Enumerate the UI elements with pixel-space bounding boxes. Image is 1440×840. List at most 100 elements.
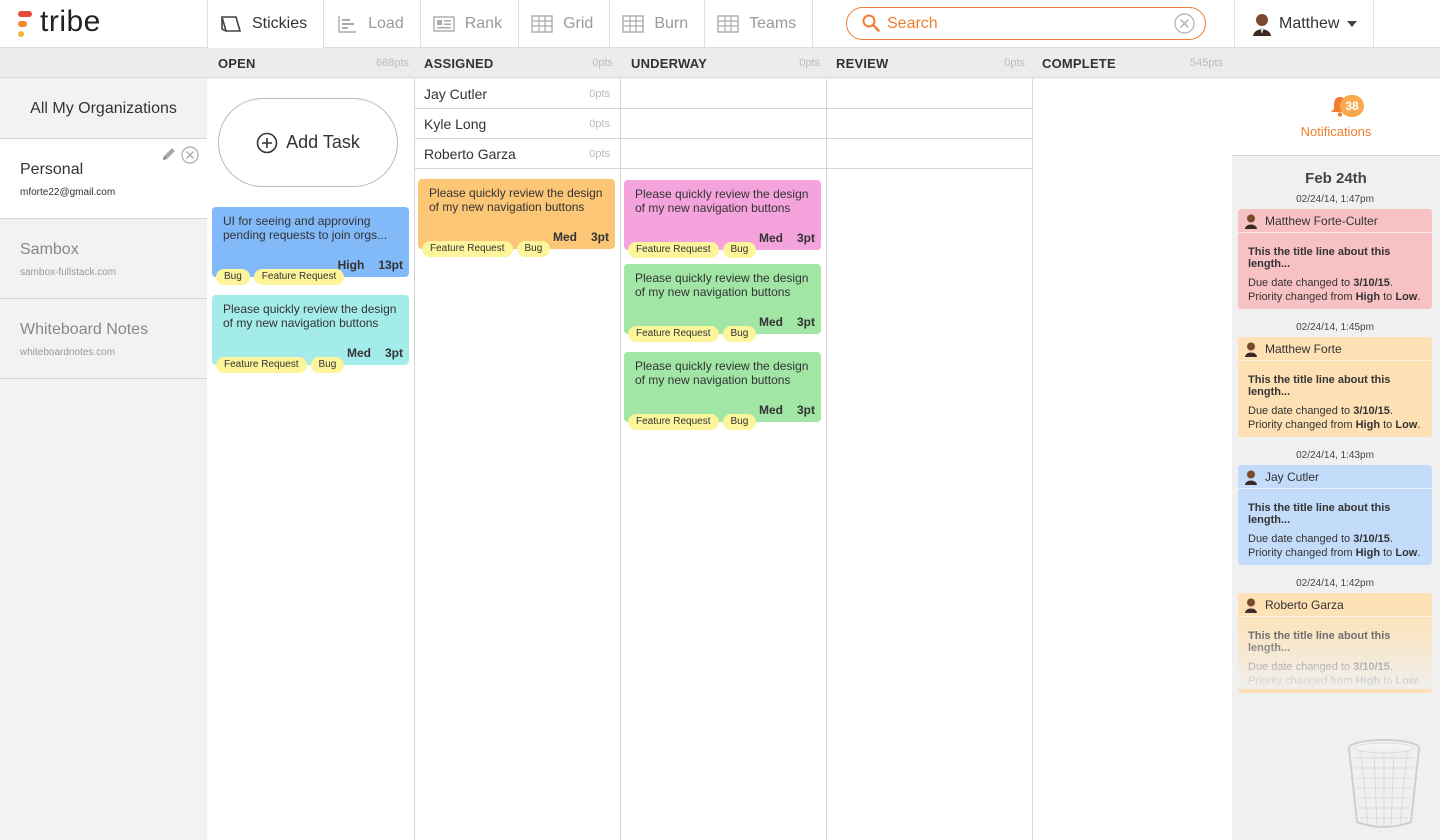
- tag-bug[interactable]: Bug: [722, 414, 757, 430]
- notification-user-name: Jay Cutler: [1265, 469, 1320, 484]
- all-organizations-link[interactable]: All My Organizations: [0, 79, 207, 139]
- notification-title: This the title line about this length...: [1248, 502, 1391, 526]
- tag-bug[interactable]: Bug: [722, 326, 757, 342]
- tab-load[interactable]: Load: [323, 0, 420, 48]
- task-tags: Feature Request Bug: [422, 241, 551, 257]
- tag-bug[interactable]: Bug: [722, 242, 757, 258]
- notifications-panel: 38 Notifications Feb 24th 02/24/14, 1:47…: [1232, 79, 1440, 840]
- task-title: Please quickly review the design of my n…: [635, 359, 809, 387]
- task-tags: Feature Request Bug: [628, 326, 757, 342]
- column-header-underway: UNDERWAY 0pts: [620, 48, 825, 78]
- task-card[interactable]: Please quickly review the design of my n…: [212, 295, 409, 373]
- notification-item: 02/24/14, 1:45pm Matthew Forte This the …: [1238, 321, 1432, 437]
- task-card[interactable]: Please quickly review the design of my n…: [624, 180, 821, 258]
- notification-card[interactable]: Jay Cutler This the title line about thi…: [1238, 465, 1432, 565]
- notification-item: 02/24/14, 1:43pm Jay Cutler This the tit…: [1238, 449, 1432, 565]
- column-open: Add Task UI for seeing and approving pen…: [207, 79, 414, 840]
- notification-item: 02/24/14, 1:42pm Roberto Garza This the …: [1238, 577, 1432, 693]
- org-email: whiteboardnotes.com: [20, 347, 116, 358]
- notification-card[interactable]: Matthew Forte-Culter This the title line…: [1238, 209, 1432, 309]
- tab-burn[interactable]: Burn: [609, 0, 704, 48]
- tag-bug[interactable]: Bug: [516, 241, 551, 257]
- column-title: REVIEW: [836, 55, 889, 71]
- pencil-icon[interactable]: [160, 145, 178, 163]
- tab-teams[interactable]: Teams: [704, 0, 814, 48]
- assignee-name: Kyle Long: [424, 115, 487, 132]
- tab-rank[interactable]: Rank: [419, 0, 518, 48]
- assignee-row[interactable]: Jay Cutler 0pts: [415, 79, 620, 109]
- assignee-slot: [827, 109, 1032, 139]
- org-item-personal[interactable]: Personal mforte22@gmail.com: [0, 139, 207, 219]
- assignee-name: Jay Cutler: [424, 85, 488, 102]
- assignee-slot: [621, 79, 826, 109]
- close-icon[interactable]: [181, 146, 199, 164]
- tag-feature-request[interactable]: Feature Request: [628, 242, 719, 258]
- task-card[interactable]: UI for seeing and approving pending requ…: [212, 207, 409, 285]
- column-title: OPEN: [218, 55, 256, 71]
- tribe-logo[interactable]: tribe: [18, 5, 118, 39]
- add-task-button[interactable]: Add Task: [218, 98, 398, 187]
- clear-search-icon[interactable]: [1174, 13, 1195, 34]
- notification-card[interactable]: Matthew Forte This the title line about …: [1238, 337, 1432, 437]
- main-nav: Stickies Load Rank Grid Burn Teams: [207, 0, 814, 48]
- tab-load-label: Load: [368, 15, 404, 32]
- task-card[interactable]: Please quickly review the design of my n…: [418, 179, 615, 257]
- column-header-assigned: ASSIGNED 0pts: [413, 48, 618, 78]
- column-title: UNDERWAY: [631, 55, 708, 71]
- task-points: 3pt: [591, 230, 609, 244]
- notification-time: 02/24/14, 1:47pm: [1296, 194, 1374, 205]
- tag-bug[interactable]: Bug: [310, 357, 345, 373]
- task-card[interactable]: Please quickly review the design of my n…: [624, 264, 821, 342]
- tab-stickies-label: Stickies: [252, 15, 308, 32]
- avatar: [1245, 342, 1257, 357]
- tab-grid-label: Grid: [563, 15, 594, 32]
- task-card[interactable]: Please quickly review the design of my n…: [624, 352, 821, 430]
- org-item-sambox[interactable]: Sambox sambox-fullstack.com: [0, 219, 207, 299]
- notification-count-badge: 38: [1340, 95, 1364, 117]
- tag-feature-request[interactable]: Feature Request: [216, 357, 307, 373]
- column-divider: [1032, 79, 1033, 840]
- task-title: Please quickly review the design of my n…: [635, 271, 809, 299]
- task-priority: Med: [553, 230, 577, 244]
- task-title: Please quickly review the design of my n…: [223, 302, 397, 330]
- assignee-slot: [827, 139, 1032, 169]
- user-menu[interactable]: Matthew: [1234, 0, 1374, 48]
- notification-card[interactable]: Roberto Garza This the title line about …: [1238, 593, 1432, 693]
- column-divider: [826, 79, 827, 840]
- task-points: 3pt: [797, 403, 815, 417]
- tag-bug[interactable]: Bug: [216, 269, 250, 285]
- avatar: [1245, 470, 1257, 485]
- org-sidebar: All My Organizations Personal mforte22@g…: [0, 79, 207, 840]
- task-title: Please quickly review the design of my n…: [635, 187, 809, 215]
- notifications-header[interactable]: 38 Notifications: [1232, 79, 1440, 156]
- search-box: [846, 7, 1206, 40]
- column-divider: [620, 79, 621, 840]
- grid-icon: [531, 15, 553, 33]
- search-input[interactable]: [887, 12, 1167, 36]
- tab-burn-label: Burn: [654, 15, 689, 32]
- org-item-whiteboard-notes[interactable]: Whiteboard Notes whiteboardnotes.com: [0, 299, 207, 379]
- tab-stickies[interactable]: Stickies: [207, 0, 324, 48]
- assignee-row[interactable]: Kyle Long 0pts: [415, 109, 620, 139]
- assignee-slot: [621, 109, 826, 139]
- assignee-slot: [827, 79, 1032, 109]
- org-name: Whiteboard Notes: [20, 321, 149, 338]
- tag-feature-request[interactable]: Feature Request: [628, 414, 719, 430]
- add-task-label: Add Task: [286, 132, 360, 152]
- notification-title: This the title line about this length...: [1248, 374, 1391, 398]
- assignee-points: 0pts: [589, 147, 610, 160]
- tab-grid[interactable]: Grid: [518, 0, 609, 48]
- column-points: 668pts: [375, 57, 409, 69]
- tag-feature-request[interactable]: Feature Request: [253, 269, 345, 285]
- trash-icon[interactable]: [1346, 738, 1422, 830]
- notification-time: 02/24/14, 1:45pm: [1296, 322, 1374, 333]
- tag-feature-request[interactable]: Feature Request: [422, 241, 513, 257]
- column-points: 0pts: [1004, 57, 1025, 69]
- org-name: Sambox: [20, 241, 79, 258]
- assignee-row[interactable]: Roberto Garza 0pts: [415, 139, 620, 169]
- task-points: 13pt: [378, 258, 403, 272]
- logo-icon: [18, 11, 32, 37]
- tag-feature-request[interactable]: Feature Request: [628, 326, 719, 342]
- burn-icon: [622, 15, 645, 33]
- notification-user: Roberto Garza: [1238, 593, 1432, 617]
